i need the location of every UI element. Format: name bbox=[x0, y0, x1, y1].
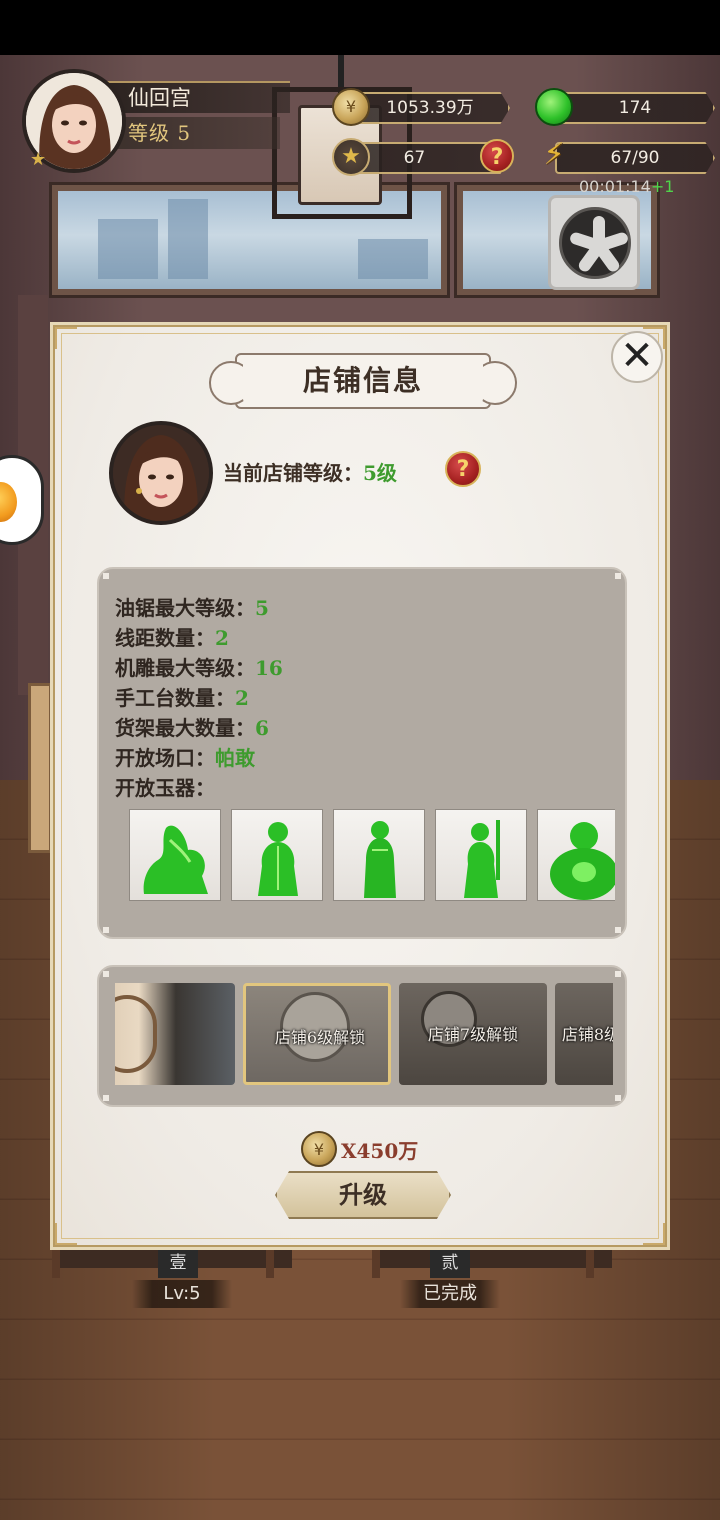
station-number: 贰 bbox=[430, 1250, 470, 1278]
dialog-title-plate: 店铺信息 bbox=[209, 353, 517, 409]
elder-jade-icon bbox=[464, 820, 500, 898]
buddha-jade-icon bbox=[550, 822, 615, 900]
coin-icon bbox=[301, 1131, 337, 1167]
help-icon[interactable]: ? bbox=[480, 139, 514, 173]
shop-info-dialog: 店铺信息 ✕ 当前店铺等级：5级 ? 油锯最大等级：5 线距数量：2 机雕最大等… bbox=[50, 322, 670, 1250]
jade-item[interactable] bbox=[537, 809, 615, 901]
stat-shelf-max: 货架最大数量：6 bbox=[115, 716, 269, 740]
skin-list: 店铺6级解锁 店铺7级解锁 店铺8级解锁 bbox=[115, 983, 613, 1087]
top-hud: 仙回宫 等级 5 ★ 1053.39万 174 67 ★ ? 67/90 ⚡ 0… bbox=[0, 55, 720, 205]
energy-amount: 67/90 bbox=[610, 148, 660, 168]
jade-item[interactable] bbox=[129, 809, 221, 901]
player-level: 等级 5 bbox=[128, 121, 192, 145]
station-status: Lv:5 bbox=[132, 1280, 232, 1308]
jade-item[interactable] bbox=[333, 809, 425, 901]
lightning-icon: ⚡ bbox=[543, 137, 565, 172]
close-button[interactable]: ✕ bbox=[611, 331, 663, 383]
dialog-title: 店铺信息 bbox=[302, 364, 423, 397]
coin-icon bbox=[332, 88, 370, 126]
current-shop-level: 当前店铺等级：5级 bbox=[223, 461, 397, 485]
energy-plus: +1 bbox=[650, 177, 675, 196]
jade-gem-icon bbox=[535, 88, 573, 126]
coin-counter[interactable]: 1053.39万 bbox=[350, 92, 510, 124]
stat-wire-count: 线距数量：2 bbox=[115, 626, 229, 650]
station-number: 壹 bbox=[158, 1250, 198, 1278]
shop-skin-panel: 店铺6级解锁 店铺7级解锁 店铺8级解锁 bbox=[97, 965, 627, 1107]
stat-open-mine: 开放场口：帕敢 bbox=[115, 746, 255, 770]
star-icon: ★ bbox=[332, 138, 370, 176]
deity-jade-icon bbox=[258, 822, 298, 896]
side-event-button[interactable] bbox=[0, 455, 44, 545]
skin-card-locked[interactable]: 店铺8级解锁 bbox=[555, 983, 613, 1085]
shop-level-value: 5级 bbox=[363, 461, 397, 485]
stat-open-jade: 开放玉器： bbox=[115, 776, 215, 800]
guanyin-jade-icon bbox=[364, 821, 396, 898]
jade-item[interactable] bbox=[231, 809, 323, 901]
gem-amount: 174 bbox=[618, 98, 652, 118]
shopkeeper-avatar bbox=[109, 421, 213, 525]
player-name-bar: 仙回宫 bbox=[100, 81, 290, 113]
exhaust-fan-icon bbox=[548, 195, 640, 290]
gem-counter[interactable]: 174 bbox=[555, 92, 715, 124]
energy-counter[interactable]: 67/90 bbox=[555, 142, 715, 174]
level-help-icon[interactable]: ? bbox=[445, 451, 481, 487]
stat-workbench-count: 手工台数量：2 bbox=[115, 686, 249, 710]
player-name: 仙回宫 bbox=[128, 86, 191, 110]
station-status: 已完成 bbox=[400, 1280, 500, 1308]
shop-stats-panel: 油锯最大等级：5 线距数量：2 机雕最大等级：16 手工台数量：2 货架最大数量… bbox=[97, 567, 627, 939]
dragon-jade-icon bbox=[143, 825, 208, 894]
cost-amount: X450万 bbox=[341, 1139, 419, 1163]
workstation-1[interactable]: 壹 Lv:5 bbox=[52, 1250, 292, 1370]
energy-timer: 00:01:14+1 bbox=[579, 177, 675, 196]
stat-saw-max-level: 油锯最大等级：5 bbox=[115, 596, 269, 620]
close-icon: ✕ bbox=[620, 333, 654, 379]
upgrade-button[interactable]: 升级 bbox=[275, 1171, 451, 1219]
shelf-post bbox=[28, 683, 52, 853]
skin-card-current[interactable] bbox=[115, 983, 235, 1085]
jade-item-list bbox=[129, 809, 615, 901]
skin-card-locked[interactable]: 店铺6级解锁 bbox=[243, 983, 391, 1085]
skin-card-locked[interactable]: 店铺7级解锁 bbox=[399, 983, 547, 1085]
stat-carving-max-level: 机雕最大等级：16 bbox=[115, 656, 283, 680]
star-amount: 67 bbox=[403, 148, 426, 168]
player-level-bar: 等级 5 bbox=[100, 117, 280, 149]
rank-star-icon: ★ bbox=[30, 149, 47, 170]
workstation-2[interactable]: 贰 已完成 bbox=[372, 1250, 612, 1370]
jade-item[interactable] bbox=[435, 809, 527, 901]
coin-amount: 1053.39万 bbox=[386, 98, 474, 118]
